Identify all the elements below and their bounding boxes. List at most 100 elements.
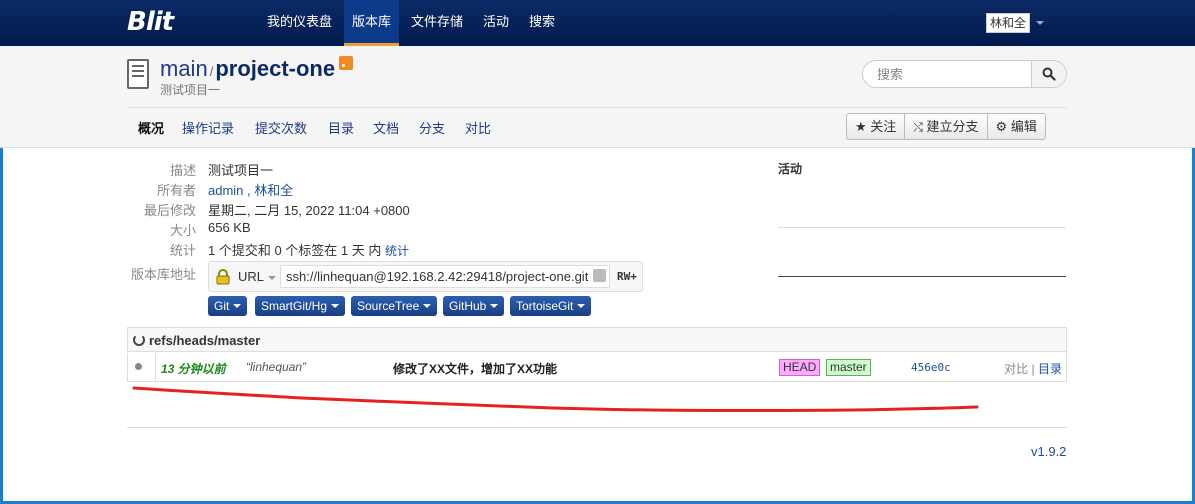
search-button[interactable] <box>1031 61 1066 87</box>
repo-name-link[interactable]: project-one <box>215 56 335 81</box>
refresh-icon <box>133 334 145 346</box>
table-row: 13 分钟以前 “linhequan” 修改了XX文件，增加了XX功能 HEAD… <box>127 353 1067 382</box>
client-smartgit-label: SmartGit/Hg <box>261 299 328 313</box>
watch-button[interactable]: ★ 关注 <box>847 114 906 139</box>
rss-icon[interactable] <box>339 56 354 70</box>
tab-commits[interactable]: 提交次数 <box>255 118 307 137</box>
label-size: 大小 <box>169 223 196 238</box>
chevron-down-icon <box>331 304 340 308</box>
value-owners: admin , 林和全 <box>208 180 293 199</box>
version-link[interactable]: v1.9.2 <box>1031 444 1066 459</box>
owner-admin-link[interactable]: admin <box>208 183 243 198</box>
compare-link[interactable]: 对比 <box>1004 362 1028 376</box>
copy-icon[interactable] <box>593 269 606 282</box>
chevron-down-icon <box>1036 21 1045 25</box>
repo-owner-link[interactable]: main <box>160 56 208 81</box>
app-logo[interactable]: Blit <box>127 7 174 37</box>
header-divider <box>127 107 1067 108</box>
value-description: 测试项目一 <box>208 163 274 178</box>
label-last-modified: 最后修改 <box>143 203 196 218</box>
gear-icon: ⚙ <box>995 119 1008 134</box>
row-divider <box>155 353 156 381</box>
client-tortoisegit-button[interactable]: TortoiseGit <box>510 296 592 316</box>
row-links: 对比 | 目录 <box>1004 360 1062 377</box>
red-annotation-underline <box>132 386 979 413</box>
stats-text: 1 个提交和 0 个标签在 1 天 内 <box>208 243 382 258</box>
label-repo-url: 版本库地址 <box>130 267 196 282</box>
chevron-down-icon <box>268 276 276 280</box>
client-smartgit-button[interactable]: SmartGit/Hg <box>255 296 346 316</box>
repo-separator: / <box>209 64 214 79</box>
head-tag[interactable]: HEAD <box>779 359 821 376</box>
value-stats: 1 个提交和 0 个标签在 1 天 内 统计 <box>208 240 409 259</box>
nav-search[interactable]: 搜索 <box>521 0 563 46</box>
chevron-down-icon <box>233 304 242 308</box>
client-github-label: GitHub <box>449 299 487 313</box>
fork-button[interactable]: ⤭ 建立分支 <box>905 114 988 139</box>
shuffle-icon: ⤭ <box>913 120 923 134</box>
owner-user-link[interactable]: 林和全 <box>254 183 293 198</box>
repo-url-field[interactable]: ssh://linhequan@192.168.2.42:29418/proje… <box>280 265 610 288</box>
logo-text: Blit <box>127 7 174 37</box>
master-branch-tag[interactable]: master <box>826 359 871 376</box>
commit-message-link[interactable]: 修改了XX文件，增加了XX功能 <box>393 360 557 377</box>
chevron-down-icon <box>423 304 432 308</box>
edit-label: 编辑 <box>1010 119 1037 134</box>
client-git-button[interactable]: Git <box>208 296 248 316</box>
nav-filestore[interactable]: 文件存储 <box>403 0 471 46</box>
user-menu[interactable]: 林和全 <box>986 12 1045 34</box>
tab-reflog[interactable]: 操作记录 <box>182 118 234 137</box>
commit-icon <box>135 363 142 370</box>
nav-repositories[interactable]: 版本库 <box>344 0 400 46</box>
client-git-label: Git <box>214 299 230 313</box>
top-navbar: Blit 我的仪表盘 版本库 文件存储 活动 搜索 林和全 <box>0 0 1195 46</box>
chevron-down-icon <box>490 304 499 308</box>
value-last-modified: 星期二, 二月 15, 2022 11:04 +0800 <box>208 203 410 218</box>
owner-separator: , <box>243 183 255 198</box>
activity-divider <box>778 227 1066 228</box>
ref-title-link[interactable]: refs/heads/master <box>149 333 260 348</box>
permission-badge: RW+ <box>617 270 637 283</box>
tab-branches[interactable]: 分支 <box>419 118 445 137</box>
tab-summary[interactable]: 概况 <box>138 118 164 137</box>
tab-docs[interactable]: 文档 <box>373 118 399 137</box>
ref-header: refs/heads/master <box>127 327 1067 352</box>
client-tortoisegit-label: TortoiseGit <box>516 299 574 313</box>
chevron-down-icon <box>577 304 586 308</box>
repo-action-buttons: ★ 关注 ⤭ 建立分支 ⚙ 编辑 <box>846 113 1046 140</box>
stats-link[interactable]: 统计 <box>385 244 409 258</box>
nav-activity[interactable]: 活动 <box>475 0 517 46</box>
footer-divider <box>127 427 1067 428</box>
tab-compare[interactable]: 对比 <box>465 118 491 137</box>
fork-label: 建立分支 <box>926 119 979 134</box>
search-form <box>862 60 1067 88</box>
commit-age: 13 分钟以前 <box>161 362 226 376</box>
repo-description: 测试项目一 <box>160 83 221 97</box>
url-protocol-dropdown[interactable]: URL <box>238 269 264 284</box>
user-avatar: 林和全 <box>986 13 1031 33</box>
tree-link[interactable]: 目录 <box>1038 362 1062 376</box>
label-stats: 统计 <box>169 243 196 258</box>
tab-tree[interactable]: 目录 <box>328 118 354 137</box>
activity-axis <box>778 276 1066 277</box>
repository-icon <box>127 59 149 89</box>
edit-button[interactable]: ⚙ 编辑 <box>988 114 1045 139</box>
watch-label: 关注 <box>870 119 897 134</box>
star-icon: ★ <box>855 119 867 134</box>
repo-header: main/project-one 测试项目一 概况 操作记录 提交次数 目录 文… <box>0 46 1195 148</box>
client-sourcetree-label: SourceTree <box>357 299 420 313</box>
commit-sha-link[interactable]: 456e0c <box>911 361 951 374</box>
commit-author[interactable]: “linhequan” <box>246 360 306 374</box>
activity-heading: 活动 <box>778 162 803 176</box>
nav-dashboard[interactable]: 我的仪表盘 <box>259 0 340 46</box>
label-description: 描述 <box>169 163 196 178</box>
value-size: 656 KB <box>208 220 251 235</box>
client-github-button[interactable]: GitHub <box>443 296 505 316</box>
repo-url-box: URL ssh://linhequan@192.168.2.42:29418/p… <box>208 261 643 292</box>
label-owners: 所有者 <box>156 183 196 198</box>
client-sourcetree-button[interactable]: SourceTree <box>351 296 438 316</box>
repo-title: main/project-one <box>160 56 354 82</box>
search-input[interactable] <box>863 61 1031 87</box>
search-icon <box>1042 67 1056 81</box>
link-separator: | <box>1028 362 1038 376</box>
